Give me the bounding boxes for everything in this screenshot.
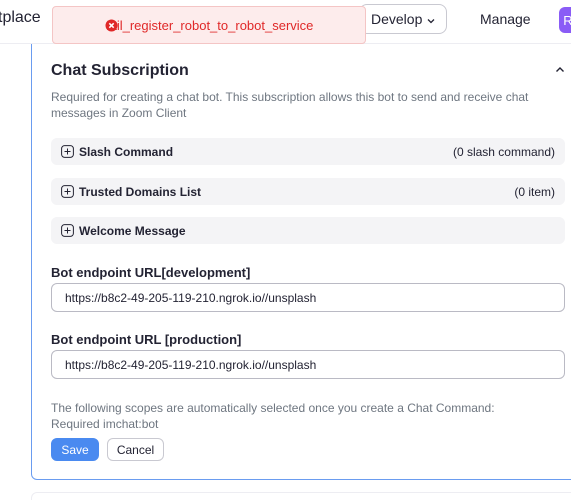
plus-square-icon [61,185,74,198]
dev-endpoint-label: Bot endpoint URL[development] [51,265,251,280]
error-toast-message: fail_register_robot_to_robot_service [106,17,314,33]
develop-dropdown[interactable]: Develop [359,4,447,34]
slash-command-row[interactable]: Slash Command (0 slash command) [51,138,565,165]
dev-endpoint-input[interactable] [51,283,565,312]
avatar[interactable]: R [559,7,571,33]
error-toast: fail_register_robot_to_robot_service [52,6,366,44]
row-count: (0 slash command) [452,144,555,159]
cancel-button[interactable]: Cancel [107,438,164,461]
section-description: Required for creating a chat bot. This s… [51,90,529,120]
plus-square-icon [61,224,74,237]
chevron-up-icon[interactable] [554,63,566,81]
marketplace-brand-text[interactable]: tplace [0,9,41,27]
trusted-domains-row[interactable]: Trusted Domains List (0 item) [51,178,565,205]
prod-endpoint-input[interactable] [51,350,565,379]
welcome-message-row[interactable]: Welcome Message [51,217,565,244]
row-label: Slash Command [79,144,174,159]
prod-endpoint-label: Bot endpoint URL [production] [51,332,242,347]
scopes-note: The following scopes are automatically s… [51,400,495,432]
chevron-down-icon [426,13,436,29]
next-section-card [31,492,571,500]
row-label: Welcome Message [79,223,186,238]
save-button[interactable]: Save [51,438,99,461]
manage-link[interactable]: Manage [480,11,531,27]
scopes-note-line1: The following scopes are automatically s… [51,401,495,415]
section-title: Chat Subscription [51,62,189,79]
develop-label: Develop [371,11,423,27]
row-count: (0 item) [514,184,555,199]
scopes-note-line2: Required imchat:bot [51,417,159,431]
row-label: Trusted Domains List [79,184,202,199]
error-circle-icon [105,19,118,35]
plus-square-icon [61,145,74,158]
